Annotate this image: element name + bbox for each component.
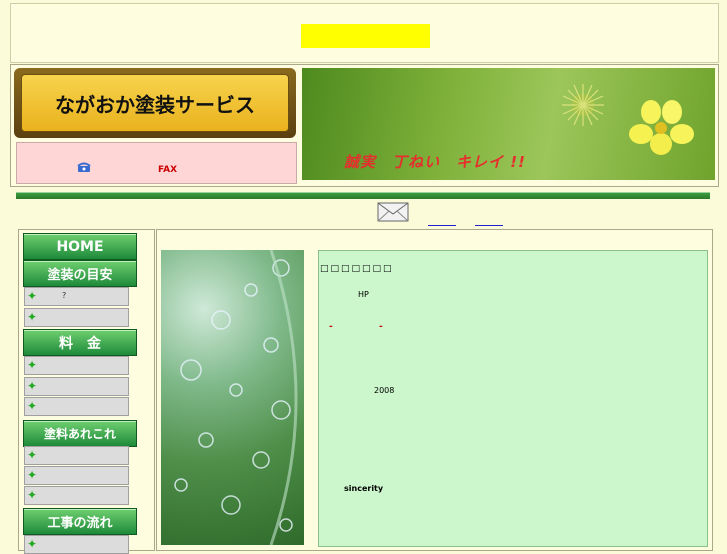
nav-price-item-1[interactable]: ✦ [24,356,129,375]
header-link-1[interactable] [428,215,456,226]
bubble-decoration [174,249,298,546]
content-hp-text: HP [358,290,369,299]
bubbles-image [161,249,304,546]
star-icon: ✦ [27,468,38,482]
nav-price-item-2[interactable]: ✦ [24,377,129,396]
star-icon: ✦ [27,379,38,393]
nav-guide-item-2[interactable]: ✦ [24,308,129,327]
star-icon: ✦ [27,289,38,303]
content-mark-2: - [379,322,383,332]
star-icon: ✦ [27,399,38,413]
banner-tagline: 誠実 丁ねい キレイ !! [344,153,526,171]
logo-plate[interactable]: ながおか塗装サービス [14,68,296,138]
nav-section-process[interactable]: 工事の流れ [23,508,137,535]
star-icon: ✦ [27,488,38,502]
content-sincerity: sincerity [344,484,384,493]
star-icon: ✦ [27,537,38,551]
divider-bar [16,192,710,199]
nav-paint-item-3[interactable]: ✦ [24,486,129,505]
nav-section-paint[interactable]: 塗料あれこれ [23,420,137,447]
nav-guide-item-1-label: ? [62,291,67,300]
nav-guide-item-1[interactable]: ✦ ? [24,287,129,306]
star-icon: ✦ [27,448,38,462]
flower-bud-icon [562,84,604,126]
star-icon: ✦ [27,358,38,372]
header-link-2[interactable] [475,215,503,226]
nav-paint-item-1[interactable]: ✦ [24,446,129,465]
flower-icon [629,100,694,155]
nav-home-button[interactable]: HOME [23,233,137,260]
nav-price-item-3[interactable]: ✦ [24,397,129,416]
top-highlight-box [301,24,430,48]
content-year: 2008 [374,386,395,395]
content-title: □□□□□□□ [320,264,394,274]
logo-text: ながおか塗装サービス [21,74,289,132]
mail-icon[interactable] [377,202,409,222]
contact-box [16,142,297,184]
star-icon: ✦ [27,310,38,324]
content-panel [318,250,708,547]
nav-section-price[interactable]: 料 金 [23,329,137,356]
nav-paint-item-2[interactable]: ✦ [24,466,129,485]
content-mark-1: - [329,322,333,332]
fax-label: FAX [158,165,178,175]
phone-icon [77,162,91,172]
nav-section-guide[interactable]: 塗装の目安 [23,260,137,287]
